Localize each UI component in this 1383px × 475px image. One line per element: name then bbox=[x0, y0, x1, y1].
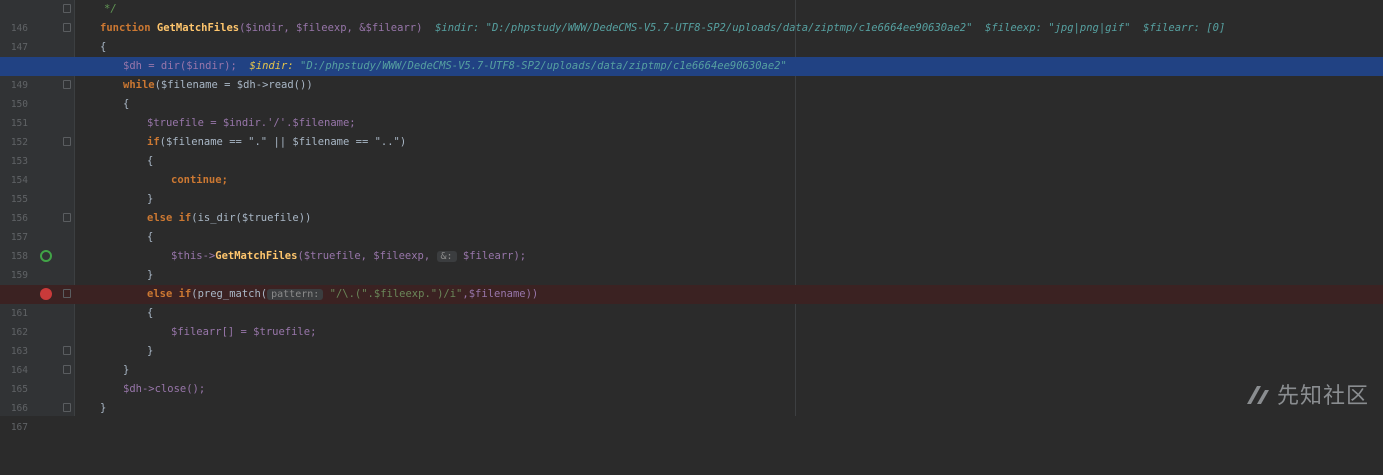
semicolon: ; bbox=[221, 174, 228, 186]
code-line-147[interactable]: 147 function GetMatchFiles($indir, $file… bbox=[0, 19, 1383, 53]
fold-marker-icon[interactable] bbox=[63, 289, 71, 298]
code-line-166[interactable]: 166 $dh->close(); bbox=[0, 380, 1383, 414]
brace: } bbox=[147, 269, 154, 281]
line-number: 167 bbox=[10, 422, 28, 433]
keyword: else if bbox=[147, 212, 192, 224]
statement: else if(preg_match(pattern: "/\.(".$file… bbox=[147, 285, 538, 304]
param-hint-badge: &: bbox=[436, 251, 457, 262]
code-line-146[interactable]: 146 */ bbox=[0, 0, 1383, 34]
statement-code: (is_dir($truefile)) bbox=[191, 212, 312, 224]
debug-var-value: "D:/phpstudy/WWW/DedeCMS-V5.7-UTF8-SP2/u… bbox=[300, 60, 787, 72]
statement: if($filename == "." || $filename == ".."… bbox=[147, 133, 406, 152]
brace: { bbox=[100, 41, 107, 53]
debug-var-label: $indir: bbox=[249, 60, 294, 72]
keyword: function bbox=[100, 22, 151, 34]
call-close: ,$filename)) bbox=[462, 288, 539, 300]
brace: } bbox=[147, 345, 154, 357]
statement-code: ($filename == "." || $filename == "..") bbox=[159, 136, 407, 148]
brace: } bbox=[100, 402, 107, 414]
brace: { bbox=[147, 307, 154, 319]
breakpoint-icon[interactable] bbox=[40, 288, 52, 300]
code-line-155[interactable]: 155 continue; bbox=[0, 171, 1383, 205]
keyword: if bbox=[147, 136, 160, 148]
recursive-call-icon[interactable] bbox=[40, 250, 52, 262]
code-line-152[interactable]: 152 $truefile = $indir.'/'.$filename; bbox=[0, 114, 1383, 148]
code-line-150[interactable]: 150 while($filename = $dh->read()) bbox=[0, 76, 1383, 110]
fold-marker-icon[interactable] bbox=[63, 80, 71, 89]
keyword: else if bbox=[147, 288, 192, 300]
brace: { bbox=[123, 98, 130, 110]
code-line-163[interactable]: 163 $filearr[] = $truefile; bbox=[0, 323, 1383, 357]
code-line-148[interactable]: 148 { bbox=[0, 38, 1383, 72]
fold-marker-icon[interactable] bbox=[63, 403, 71, 412]
watermark-logo-icon bbox=[1245, 384, 1271, 406]
statement-code: $dh->close(); bbox=[123, 383, 206, 395]
fold-marker-icon[interactable] bbox=[63, 213, 71, 222]
code-line-154[interactable]: 154 { bbox=[0, 152, 1383, 186]
params: ($indir, $fileexp, &$filearr) bbox=[239, 22, 423, 34]
code-line-153[interactable]: 153 if($filename == "." || $filename == … bbox=[0, 133, 1383, 167]
comment-end: */ bbox=[104, 3, 117, 15]
fold-marker-icon[interactable] bbox=[63, 137, 71, 146]
brace: { bbox=[147, 155, 154, 167]
code-line-164[interactable]: 164 } bbox=[0, 342, 1383, 376]
inline-debug-values: $indir: "D:/phpstudy/WWW/DedeCMS-V5.7-UT… bbox=[435, 22, 1226, 34]
statement: $dh = dir($indir); $indir: "D:/phpstudy/… bbox=[123, 57, 787, 76]
statement: $this->GetMatchFiles($truefile, $fileexp… bbox=[171, 247, 526, 266]
statement: while($filename = $dh->read()) bbox=[123, 76, 313, 95]
fold-marker-icon[interactable] bbox=[63, 365, 71, 374]
keyword: continue bbox=[171, 174, 222, 186]
statement: else if(is_dir($truefile)) bbox=[147, 209, 311, 228]
statement-code: $filearr[] = $truefile; bbox=[171, 326, 317, 338]
fold-marker-icon[interactable] bbox=[63, 346, 71, 355]
code-line-156[interactable]: 156 } bbox=[0, 190, 1383, 224]
args-part2: $filearr); bbox=[456, 250, 527, 262]
watermark: 先知社区 bbox=[1245, 378, 1369, 410]
code-line-165[interactable]: 165 } bbox=[0, 361, 1383, 395]
statement-code: ($filename = $dh->read()) bbox=[154, 79, 313, 91]
keyword: while bbox=[123, 79, 155, 91]
this-ref: $this-> bbox=[171, 250, 216, 262]
function-name: GetMatchFiles bbox=[215, 250, 298, 262]
code-line-160[interactable]: 160 } bbox=[0, 266, 1383, 300]
function-declaration: function GetMatchFiles($indir, $fileexp,… bbox=[100, 19, 1225, 38]
call-open: (preg_match( bbox=[191, 288, 268, 300]
brace: } bbox=[123, 364, 130, 376]
statement: continue; bbox=[171, 171, 228, 190]
code-line-158[interactable]: 158 { bbox=[0, 228, 1383, 262]
regex-string: "/\.(".$fileexp.")/i" bbox=[329, 288, 463, 300]
brace: } bbox=[147, 193, 154, 205]
args-part1: ($truefile, $fileexp, bbox=[297, 250, 437, 262]
statement-code: $truefile = $indir.'/'.$filename; bbox=[147, 117, 356, 129]
statement-code: $dh = dir($indir); bbox=[123, 60, 237, 72]
fold-marker-icon[interactable] bbox=[63, 4, 71, 13]
code-line-161-breakpoint[interactable]: 161 else if(preg_match(pattern: "/\.(".$… bbox=[0, 285, 1383, 319]
watermark-text: 先知社区 bbox=[1276, 384, 1369, 409]
code-line-162[interactable]: 162 { bbox=[0, 304, 1383, 338]
code-line-167[interactable]: 167 } bbox=[0, 399, 1383, 433]
code-line-157[interactable]: 157 else if(is_dir($truefile)) bbox=[0, 209, 1383, 243]
brace: { bbox=[147, 231, 154, 243]
code-line-151[interactable]: 151 { bbox=[0, 95, 1383, 129]
code-line-149-current[interactable]: 149 $dh = dir($indir); $indir: "D:/phpst… bbox=[0, 57, 1383, 91]
function-name: GetMatchFiles bbox=[156, 22, 240, 34]
code-line-159[interactable]: 159 $this->GetMatchFiles($truefile, $fil… bbox=[0, 247, 1383, 281]
param-hint-badge: pattern: bbox=[267, 289, 324, 300]
fold-marker-icon[interactable] bbox=[63, 23, 71, 32]
